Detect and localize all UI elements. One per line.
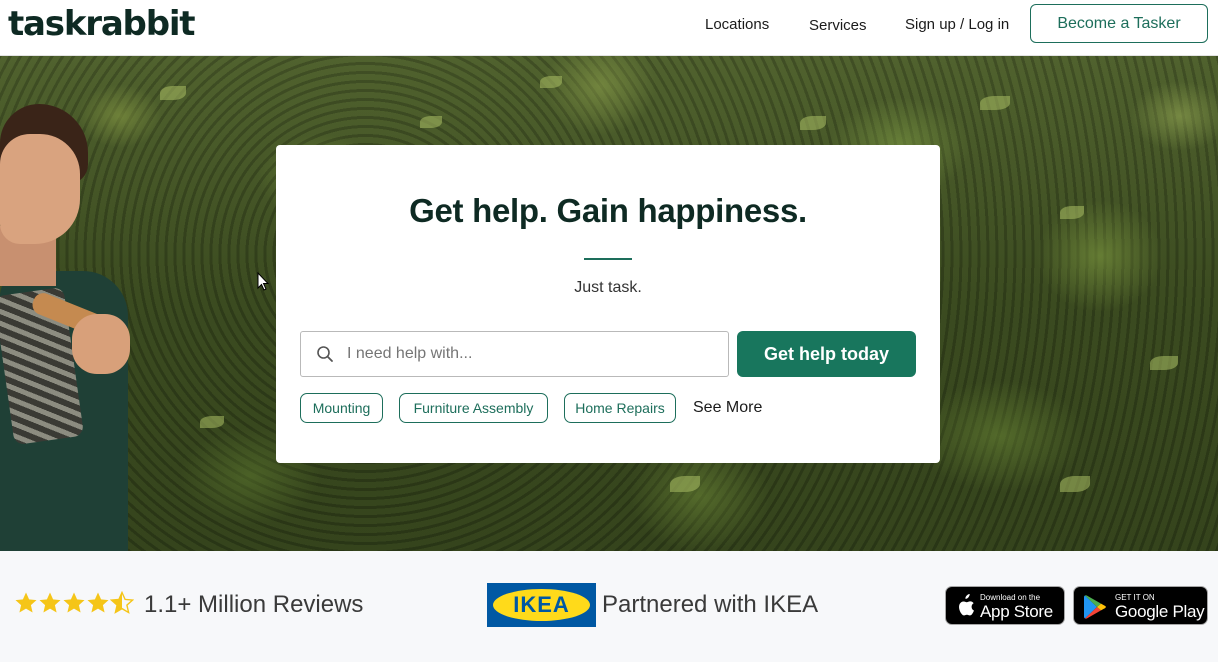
star-icon: [39, 592, 61, 613]
trust-bar: 1.1+ Million Reviews IKEA Partnered with…: [0, 551, 1218, 662]
chip-furniture-assembly[interactable]: Furniture Assembly: [399, 393, 548, 423]
title-divider: [584, 258, 632, 260]
nav-services-link[interactable]: Services: [809, 17, 867, 35]
mouse-cursor-icon: [257, 272, 269, 291]
hero-title: Get help. Gain happiness.: [409, 192, 807, 229]
hero-card: Get help. Gain happiness. Just task. Get…: [276, 145, 940, 463]
hedge-leaf: [1150, 356, 1178, 370]
hedge-leaf: [1060, 476, 1090, 492]
reviews-count: 1.1+ Million Reviews: [144, 591, 364, 618]
google-play-big-text: Google Play: [1115, 602, 1205, 621]
hedge-leaf: [800, 116, 826, 130]
see-more-link[interactable]: See More: [693, 399, 762, 417]
google-play-badge[interactable]: GET IT ON Google Play: [1073, 586, 1208, 625]
hedge-leaf: [160, 86, 186, 100]
hedge-leaf: [980, 96, 1010, 110]
app-store-small-text: Download on the: [980, 593, 1041, 602]
get-help-today-button[interactable]: Get help today: [737, 331, 916, 377]
person-hand: [72, 314, 130, 374]
app-store-badge[interactable]: Download on the App Store: [945, 586, 1065, 625]
star-icon: [15, 592, 37, 613]
person-face: [0, 134, 80, 244]
ikea-partner-text: Partnered with IKEA: [602, 591, 819, 618]
hedge-leaf: [200, 416, 224, 428]
hedge-leaf: [420, 116, 442, 128]
hero-subtitle: Just task.: [574, 279, 642, 296]
chip-home-repairs[interactable]: Home Repairs: [564, 393, 676, 423]
taskrabbit-logo[interactable]: taskrabbit: [8, 2, 196, 46]
app-store-big-text: App Store: [980, 602, 1053, 621]
ikea-logo-oval: IKEA: [493, 589, 590, 621]
star-icon: [87, 592, 109, 613]
site-header: taskrabbit Locations Services Sign up / …: [0, 0, 1218, 56]
search-icon: [317, 346, 333, 362]
google-play-icon: [1084, 595, 1106, 619]
hedge-leaf: [1060, 206, 1084, 219]
apple-icon: [959, 594, 974, 616]
star-icon: [63, 592, 85, 613]
hedge-leaf: [670, 476, 700, 492]
google-play-small-text: GET IT ON: [1115, 593, 1155, 602]
rating-stars: [14, 591, 134, 619]
hedge-leaf: [540, 76, 562, 88]
search-input[interactable]: [347, 332, 717, 376]
star-half-icon: [110, 591, 134, 614]
become-tasker-button[interactable]: Become a Tasker: [1030, 4, 1208, 43]
nav-locations-link[interactable]: Locations: [705, 16, 769, 34]
ikea-logo: IKEA: [487, 583, 596, 627]
ikea-logo-text: IKEA: [513, 592, 570, 617]
chip-mounting[interactable]: Mounting: [300, 393, 383, 423]
search-box[interactable]: [300, 331, 729, 377]
nav-signup-login-link[interactable]: Sign up / Log in: [905, 16, 1009, 34]
